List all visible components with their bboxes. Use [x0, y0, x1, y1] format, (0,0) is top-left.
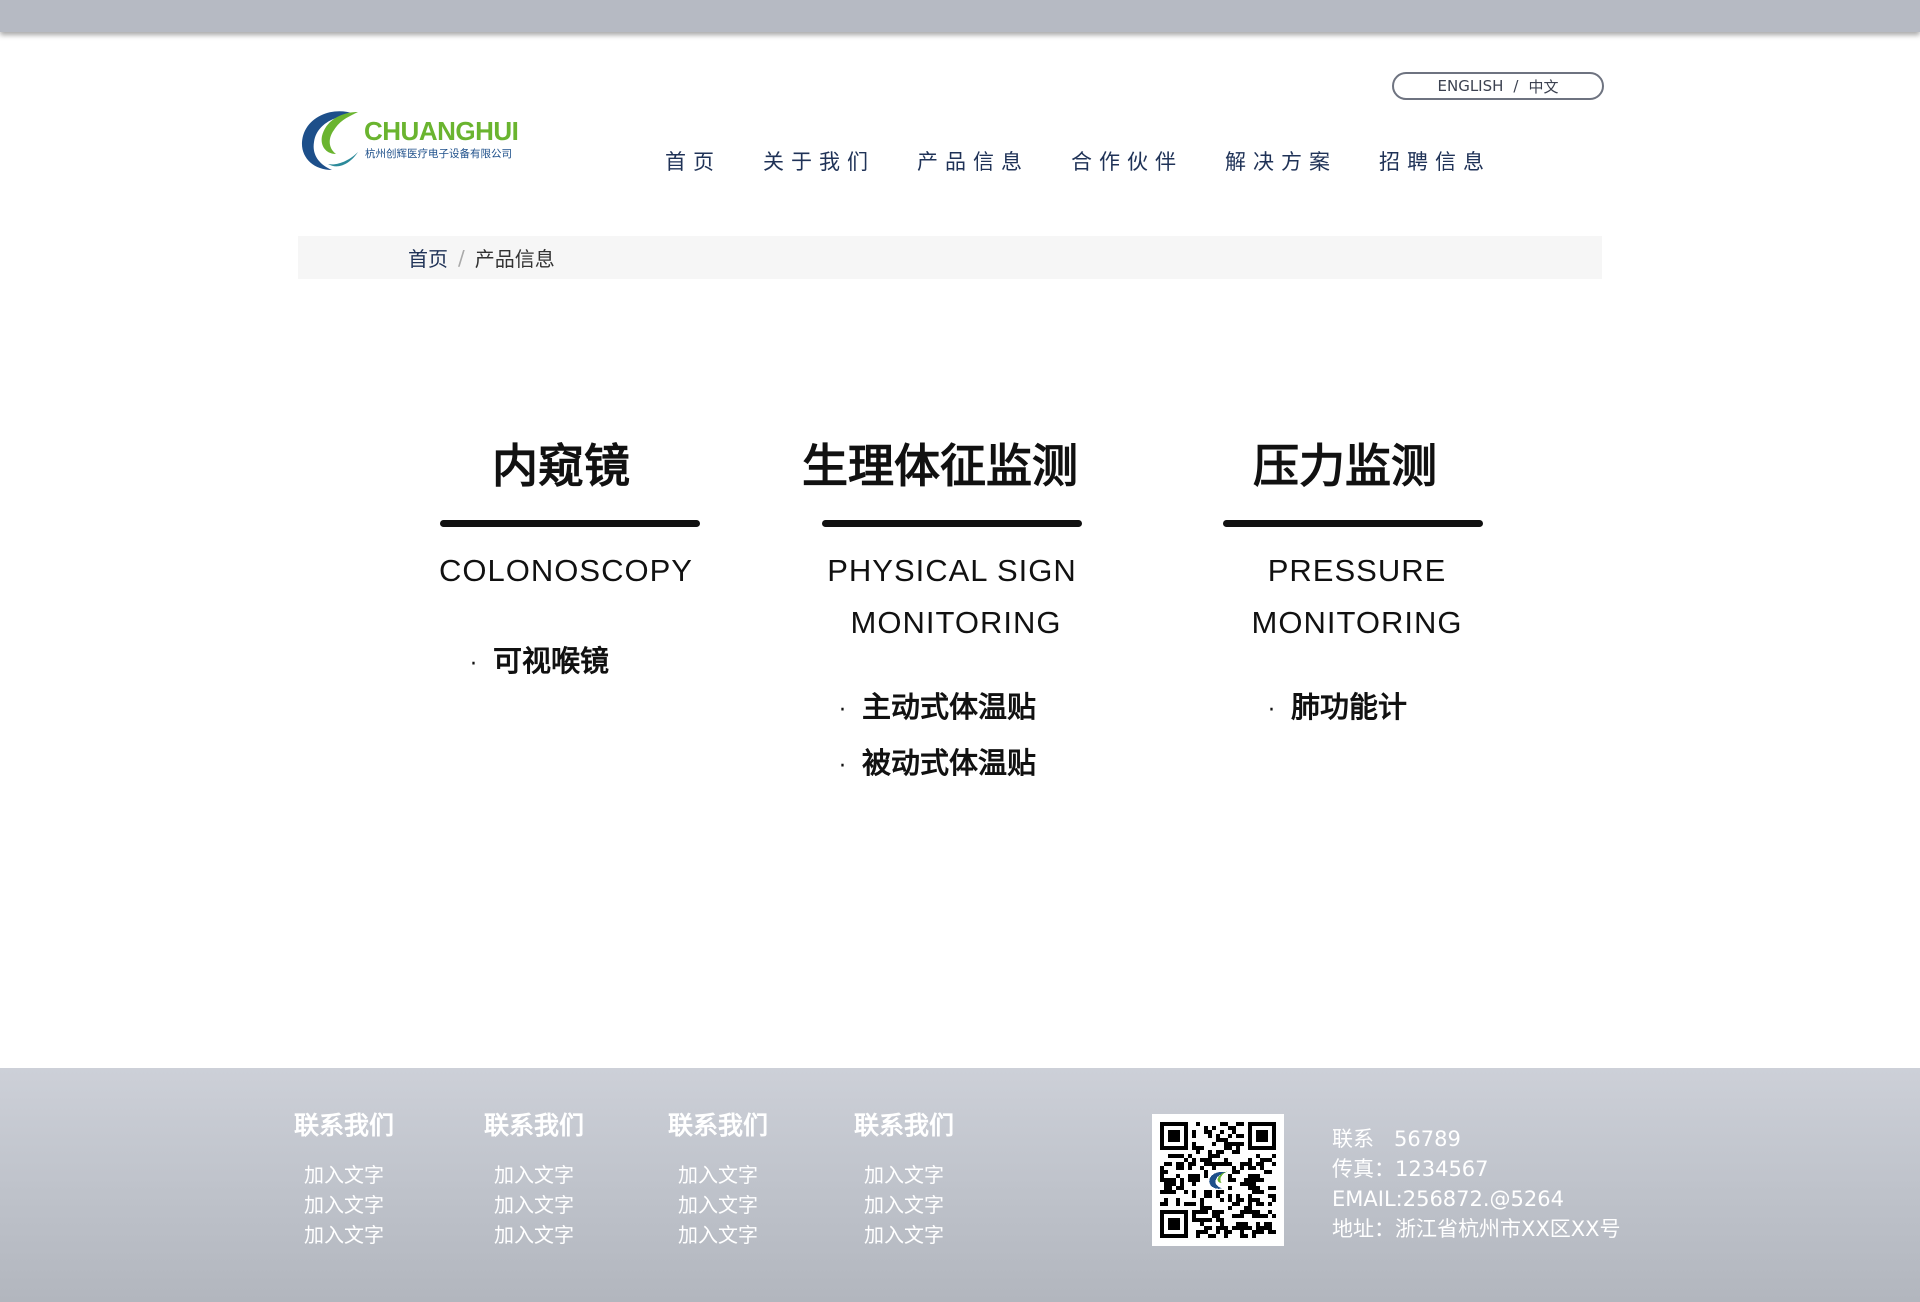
category-english-line: COLONOSCOPY — [439, 553, 693, 588]
category-title: 生理体征监测 — [802, 439, 1078, 493]
category-physical-sign: 生理体征监测 PHYSICAL SIGN MONITORING · 主动式体温贴 … — [802, 430, 1084, 793]
footer-link[interactable]: 加入文字 — [484, 1190, 584, 1220]
category-english-line: PHYSICAL SIGN — [827, 553, 1077, 588]
contact-address: 地址：浙江省杭州市XX区XX号 — [1332, 1217, 1621, 1241]
product-label: 可视喉镜 — [493, 644, 610, 678]
logo-company-name: 杭州创辉医疗电子设备有限公司 — [365, 148, 512, 160]
product-item[interactable]: · 可视喉镜 — [470, 635, 702, 691]
footer-link[interactable]: 加入文字 — [294, 1190, 394, 1220]
category-title: 内窥镜 — [492, 439, 630, 493]
footer-link[interactable]: 加入文字 — [668, 1160, 768, 1190]
footer-link[interactable]: 加入文字 — [668, 1220, 768, 1250]
english-link[interactable]: ENGLISH — [1438, 77, 1504, 95]
product-item[interactable]: · 肺功能计 — [1268, 681, 1485, 737]
breadcrumb: 首页 / 产品信息 — [298, 236, 1602, 279]
logo-mark-icon — [301, 111, 358, 170]
category-english-line: PRESSURE — [1267, 553, 1447, 588]
category-english-title: COLONOSCOPY — [430, 545, 702, 597]
bullet-icon: · — [1268, 698, 1275, 723]
footer-link[interactable]: 加入文字 — [854, 1190, 954, 1220]
category-divider — [1223, 520, 1483, 527]
contact-phone-value: 56789 — [1394, 1127, 1461, 1151]
product-item[interactable]: · 被动式体温贴 — [839, 737, 1084, 793]
qr-code-icon — [1152, 1114, 1284, 1246]
footer-link[interactable]: 加入文字 — [294, 1160, 394, 1190]
category-endoscope: 内窥镜 COLONOSCOPY · 可视喉镜 — [438, 430, 702, 691]
contact-phone-label: 联系 — [1332, 1127, 1374, 1151]
top-strip — [0, 0, 1920, 32]
contact-phone: 联系 56789 — [1332, 1124, 1621, 1154]
footer-column: 联系我们 加入文字 加入文字 加入文字 — [854, 1106, 954, 1250]
breadcrumb-separator: / — [458, 245, 465, 270]
nav-item-partners[interactable]: 合作伙伴 — [1071, 146, 1183, 176]
category-pressure: 压力监测 PRESSURE MONITORING · 肺功能计 — [1221, 430, 1485, 737]
bullet-icon: · — [839, 698, 846, 723]
bullet-icon: · — [470, 652, 477, 677]
category-english-title: PRESSURE MONITORING — [1229, 545, 1485, 649]
contact-info: 联系 56789 传真：1234567 EMAIL:256872.@5264 地址… — [1332, 1124, 1621, 1244]
chinese-link[interactable]: 中文 — [1528, 76, 1558, 97]
product-label: 主动式体温贴 — [862, 690, 1037, 724]
footer-column: 联系我们 加入文字 加入文字 加入文字 — [484, 1106, 584, 1250]
nav-item-careers[interactable]: 招聘信息 — [1379, 146, 1491, 176]
breadcrumb-current: 产品信息 — [474, 247, 555, 271]
nav-item-about[interactable]: 关于我们 — [763, 146, 875, 176]
site-footer: 联系我们 加入文字 加入文字 加入文字 联系我们 加入文字 加入文字 加入文字 … — [0, 1068, 1920, 1302]
product-label: 肺功能计 — [1291, 690, 1408, 724]
footer-column: 联系我们 加入文字 加入文字 加入文字 — [668, 1106, 768, 1250]
footer-link[interactable]: 加入文字 — [484, 1160, 584, 1190]
footer-column: 联系我们 加入文字 加入文字 加入文字 — [294, 1106, 394, 1250]
contact-email: EMAIL:256872.@5264 — [1332, 1187, 1565, 1211]
category-english-line: MONITORING — [1251, 605, 1463, 640]
breadcrumb-home-link[interactable]: 首页 — [408, 243, 448, 272]
category-english-title: PHYSICAL SIGN MONITORING — [820, 545, 1084, 649]
footer-column-heading: 联系我们 — [854, 1111, 955, 1140]
nav-item-products[interactable]: 产品信息 — [917, 146, 1029, 176]
category-divider — [822, 520, 1082, 527]
category-title: 压力监测 — [1253, 439, 1437, 493]
product-item[interactable]: · 主动式体温贴 — [839, 681, 1084, 737]
category-divider — [440, 520, 700, 527]
main-nav: 首页 关于我们 产品信息 合作伙伴 解决方案 招聘信息 — [665, 146, 1533, 176]
category-english-line: MONITORING — [850, 605, 1062, 640]
footer-link[interactable]: 加入文字 — [668, 1190, 768, 1220]
nav-item-home[interactable]: 首页 — [665, 146, 721, 176]
footer-column-heading: 联系我们 — [668, 1111, 769, 1140]
nav-item-solutions[interactable]: 解决方案 — [1225, 146, 1337, 176]
category-product-list: · 肺功能计 — [1268, 681, 1485, 737]
footer-column-heading: 联系我们 — [294, 1111, 395, 1140]
language-switch: ENGLISH / 中文 — [1392, 72, 1604, 100]
footer-link[interactable]: 加入文字 — [294, 1220, 394, 1250]
category-product-list: · 主动式体温贴 · 被动式体温贴 — [839, 681, 1084, 793]
logo-name: CHUANGHUI — [364, 116, 519, 146]
contact-fax: 传真：1234567 — [1332, 1157, 1489, 1181]
footer-link[interactable]: 加入文字 — [484, 1220, 584, 1250]
product-label: 被动式体温贴 — [862, 746, 1037, 780]
footer-column-heading: 联系我们 — [484, 1111, 585, 1140]
company-logo[interactable]: CHUANGHUI 杭州创辉医疗电子设备有限公司 — [298, 106, 519, 172]
language-separator: / — [1513, 77, 1519, 95]
footer-link[interactable]: 加入文字 — [854, 1220, 954, 1250]
bullet-icon: · — [839, 754, 846, 779]
category-product-list: · 可视喉镜 — [470, 635, 702, 691]
footer-link[interactable]: 加入文字 — [854, 1160, 954, 1190]
